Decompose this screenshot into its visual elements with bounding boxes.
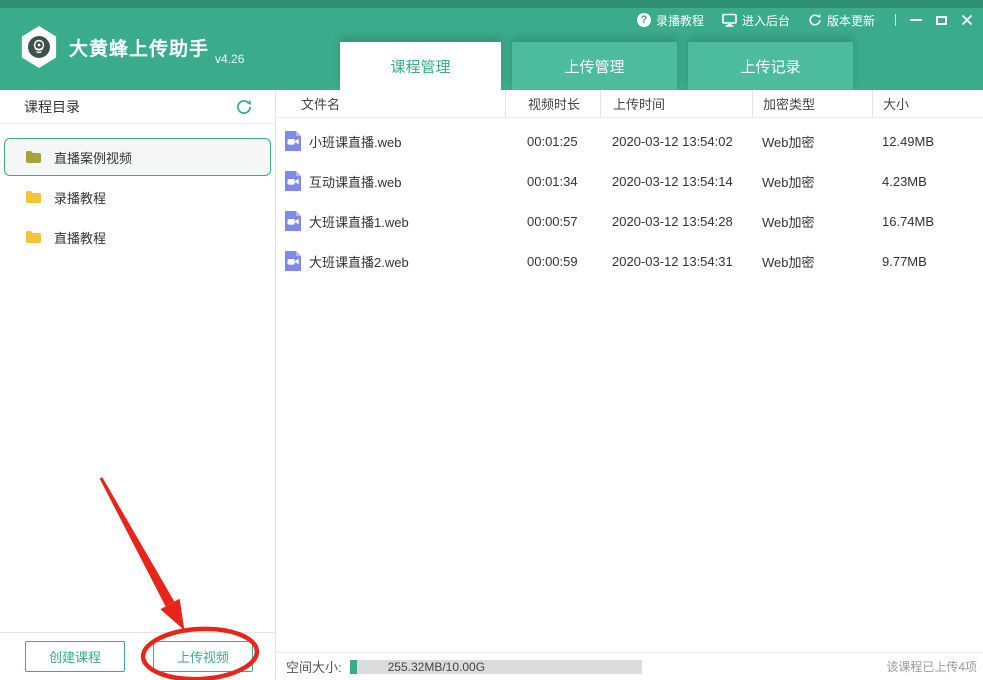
maximize-icon: [936, 16, 947, 25]
file-upload-time: 2020-03-12 13:54:02: [600, 134, 752, 149]
video-file-icon: [284, 211, 302, 231]
video-file-icon: [284, 251, 302, 271]
maximize-button[interactable]: [936, 16, 947, 25]
table-row[interactable]: 大班课直播2.web 00:00:59 2020-03-12 13:54:31 …: [276, 241, 983, 281]
table-body: 小班课直播.web 00:01:25 2020-03-12 13:54:02 W…: [276, 118, 983, 281]
sidebar-item-live-tutorial[interactable]: 直播教程: [4, 218, 271, 256]
table-row[interactable]: 小班课直播.web 00:01:25 2020-03-12 13:54:02 W…: [276, 121, 983, 161]
app-logo: [20, 26, 58, 68]
app-brand: 大黄蜂上传助手 v4.26: [20, 26, 244, 68]
table-row[interactable]: 互动课直播.web 00:01:34 2020-03-12 13:54:14 W…: [276, 161, 983, 201]
help-icon: ?: [637, 13, 651, 27]
sidebar-item-recorded-tutorial[interactable]: 录播教程: [4, 178, 271, 216]
table-header: 文件名 视频时长 上传时间 加密类型 大小: [276, 90, 983, 118]
menu-divider: [895, 14, 896, 26]
space-progress-bar: 255.32MB/10.00G: [350, 660, 642, 674]
sidebar-item-label: 直播教程: [54, 228, 106, 247]
column-header-encryption-type: 加密类型: [752, 90, 872, 117]
file-duration: 00:01:34: [505, 174, 600, 189]
menu-label: 版本更新: [827, 12, 875, 29]
sidebar: 课程目录 直播案例视频: [0, 90, 276, 680]
sidebar-item-label: 直播案例视频: [54, 148, 132, 167]
status-bar: 空间大小: 255.32MB/10.00G 该课程已上传4项: [276, 652, 983, 680]
tab-bar: 课程管理 上传管理 上传记录: [340, 42, 853, 90]
app-window: ? 录播教程 进入后台 版本更新: [0, 0, 983, 680]
folder-icon: [25, 190, 42, 204]
file-name: 大班课直播1.web: [309, 212, 409, 231]
table-row[interactable]: 大班课直播1.web 00:00:57 2020-03-12 13:54:28 …: [276, 201, 983, 241]
content-area: 文件名 视频时长 上传时间 加密类型 大小 小班课直播.web 00:01:25…: [276, 90, 983, 680]
column-header-duration: 视频时长: [505, 90, 600, 117]
titlebar-strip: [0, 0, 983, 8]
file-encryption: Web加密: [752, 132, 872, 151]
refresh-icon: [235, 98, 253, 116]
monitor-icon: [722, 13, 737, 27]
app-header: ? 录播教程 进入后台 版本更新: [0, 0, 983, 90]
folder-icon: [25, 230, 42, 244]
file-size: 9.77MB: [872, 254, 983, 269]
column-header-upload-time: 上传时间: [600, 90, 752, 117]
file-upload-time: 2020-03-12 13:54:31: [600, 254, 752, 269]
refresh-button[interactable]: [235, 98, 253, 116]
course-list: 直播案例视频 录播教程 直播教程: [0, 124, 275, 256]
file-encryption: Web加密: [752, 172, 872, 191]
app-title: 大黄蜂上传助手: [69, 34, 209, 61]
close-button[interactable]: [961, 14, 973, 26]
tab-upload-history[interactable]: 上传记录: [688, 42, 853, 90]
create-course-button[interactable]: 创建课程: [25, 641, 125, 672]
menu-item-recording-tutorial[interactable]: ? 录播教程: [637, 12, 704, 29]
file-encryption: Web加密: [752, 252, 872, 271]
sidebar-footer: 创建课程 上传视频: [0, 632, 275, 680]
minimize-icon: [910, 19, 922, 21]
upload-video-button[interactable]: 上传视频: [153, 641, 253, 672]
space-progress-fill: [350, 660, 357, 674]
folder-icon: [25, 150, 42, 164]
file-duration: 00:00:57: [505, 214, 600, 229]
video-file-icon: [284, 131, 302, 151]
file-name: 大班课直播2.web: [309, 252, 409, 271]
sidebar-item-label: 录播教程: [54, 188, 106, 207]
space-progress-text: 255.32MB/10.00G: [388, 660, 485, 674]
course-directory-title: 课程目录: [24, 97, 80, 117]
app-version: v4.26: [215, 52, 244, 68]
column-header-filename: 文件名: [276, 90, 505, 117]
file-duration: 00:01:25: [505, 134, 600, 149]
sidebar-item-live-case-videos[interactable]: 直播案例视频: [4, 138, 271, 176]
file-size: 4.23MB: [872, 174, 983, 189]
menu-label: 进入后台: [742, 12, 790, 29]
menu-label: 录播教程: [656, 12, 704, 29]
file-size: 12.49MB: [872, 134, 983, 149]
file-size: 16.74MB: [872, 214, 983, 229]
minimize-button[interactable]: [910, 19, 922, 21]
file-name: 互动课直播.web: [309, 172, 401, 191]
space-size-label: 空间大小:: [286, 657, 342, 676]
file-upload-time: 2020-03-12 13:54:28: [600, 214, 752, 229]
menu-item-enter-backend[interactable]: 进入后台: [722, 12, 790, 29]
file-duration: 00:00:59: [505, 254, 600, 269]
main-area: 课程目录 直播案例视频: [0, 90, 983, 680]
menu-item-version-update[interactable]: 版本更新: [808, 12, 875, 29]
column-header-size: 大小: [872, 90, 983, 117]
file-upload-time: 2020-03-12 13:54:14: [600, 174, 752, 189]
video-file-icon: [284, 171, 302, 191]
tab-course-management[interactable]: 课程管理: [340, 42, 501, 90]
file-encryption: Web加密: [752, 212, 872, 231]
sidebar-header: 课程目录: [0, 90, 275, 124]
hornet-icon: [26, 34, 52, 60]
file-name: 小班课直播.web: [309, 132, 401, 151]
course-upload-count: 该课程已上传4项: [886, 658, 977, 675]
close-icon: [961, 14, 973, 26]
update-icon: [808, 13, 822, 27]
tab-upload-management[interactable]: 上传管理: [512, 42, 677, 90]
window-controls: [895, 14, 977, 26]
titlebar-menu: ? 录播教程 进入后台 版本更新: [637, 8, 977, 32]
